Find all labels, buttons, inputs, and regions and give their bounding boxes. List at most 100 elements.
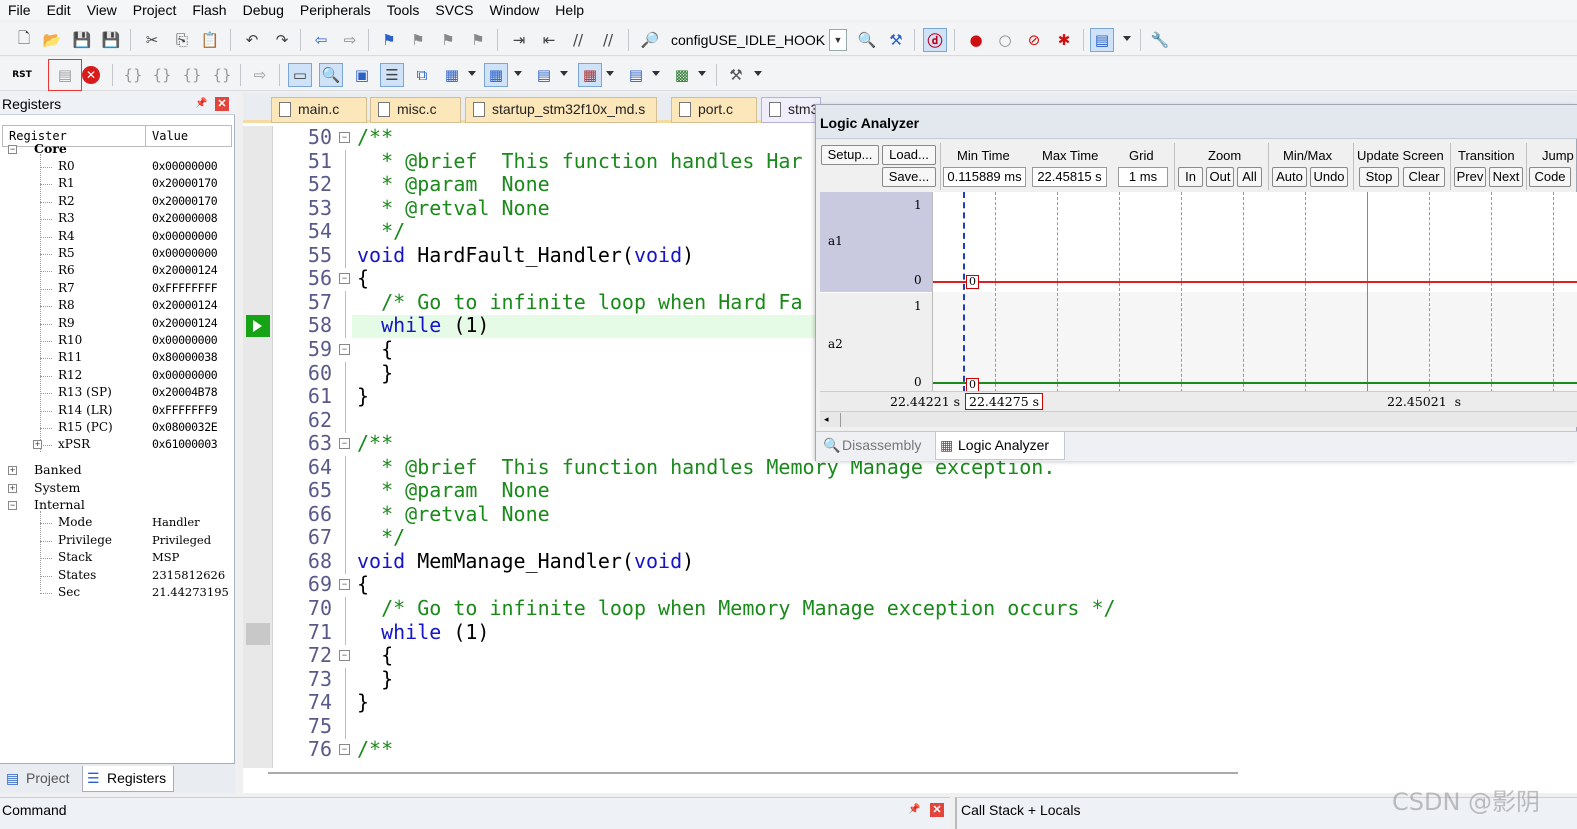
time-cursor-line[interactable]: [963, 192, 965, 392]
code-line[interactable]: {: [357, 337, 393, 361]
code-line[interactable]: void MemManage_Handler(void): [357, 549, 694, 573]
editor-tab[interactable]: startup_stm32f10x_md.s: [465, 97, 657, 123]
tab-project[interactable]: ▤ Project: [2, 766, 78, 792]
register-value[interactable]: 0x61000003: [152, 436, 230, 453]
register-row[interactable]: xPSR 0x61000003: [0, 436, 235, 453]
menu-help[interactable]: Help: [547, 2, 592, 18]
register-value[interactable]: 0x00000000: [152, 332, 230, 349]
register-value[interactable]: 0x20000008: [152, 210, 230, 227]
nav-forward-icon[interactable]: ⇨: [338, 28, 362, 52]
collapse-icon[interactable]: −: [8, 501, 17, 510]
fold-toggle-icon[interactable]: −: [339, 132, 350, 143]
scroll-left-icon[interactable]: ◂: [824, 414, 829, 425]
unindent-icon[interactable]: ⇤: [537, 28, 561, 52]
menu-edit[interactable]: Edit: [39, 2, 79, 18]
register-value[interactable]: 0x00000000: [152, 158, 230, 175]
register-value[interactable]: 21.44273195: [152, 584, 230, 601]
waveform-area[interactable]: a1 1 0 a2 1 0 0 0: [820, 192, 1577, 395]
register-row[interactable]: Privilege Privileged: [0, 532, 235, 549]
menu-svcs[interactable]: SVCS: [427, 2, 481, 18]
fold-toggle-icon[interactable]: −: [339, 744, 350, 756]
register-value[interactable]: 0x20004B78: [152, 384, 230, 401]
register-value[interactable]: MSP: [152, 549, 230, 566]
paste-icon[interactable]: 📋: [198, 28, 222, 52]
load-button[interactable]: Load...: [882, 145, 936, 165]
save-button[interactable]: Save...: [882, 167, 936, 187]
stop-icon[interactable]: ✕: [82, 66, 100, 84]
command-window-icon[interactable]: ▭: [288, 63, 312, 87]
register-row[interactable]: R10 0x00000000: [0, 332, 235, 349]
bookmark-clear-icon[interactable]: ⚑: [466, 28, 490, 52]
code-line[interactable]: /**: [357, 126, 393, 149]
step-into-icon[interactable]: {}: [121, 63, 145, 87]
setup-button[interactable]: Setup...: [821, 145, 879, 165]
prev-button[interactable]: Prev: [1454, 167, 1486, 187]
next-button[interactable]: Next: [1489, 167, 1523, 187]
register-value[interactable]: 0x20000170: [152, 193, 230, 210]
register-row[interactable]: R0 0x00000000: [0, 158, 235, 175]
window-layout-icon[interactable]: ▤: [1090, 28, 1114, 52]
register-row[interactable]: R6 0x20000124: [0, 262, 235, 279]
code-button[interactable]: Code: [1529, 167, 1571, 187]
tab-disassembly[interactable]: 🔍 Disassembly: [820, 432, 932, 460]
call-stack-icon[interactable]: ⧉: [410, 63, 434, 87]
register-value[interactable]: 0x20000124: [152, 297, 230, 314]
code-line[interactable]: /* Go to infinite loop when Memory Manag…: [357, 597, 1116, 620]
expand-icon[interactable]: +: [8, 466, 17, 475]
registers-window-icon[interactable]: ☰: [380, 63, 404, 87]
stop-button[interactable]: Stop: [1359, 167, 1399, 187]
fold-toggle-icon[interactable]: −: [339, 650, 350, 662]
run-to-cursor-icon[interactable]: {}: [210, 63, 234, 87]
register-row[interactable]: R5 0x00000000: [0, 245, 235, 262]
fold-toggle-icon[interactable]: −: [339, 438, 350, 450]
editor-tab[interactable]: main.c: [271, 97, 367, 123]
auto-button[interactable]: Auto: [1272, 167, 1307, 187]
code-line[interactable]: * @param None: [357, 479, 550, 502]
fold-toggle-icon[interactable]: −: [339, 579, 350, 591]
register-value[interactable]: 0x00000000: [152, 245, 230, 262]
incremental-find-icon[interactable]: ⚒: [884, 28, 908, 52]
fold-toggle-icon[interactable]: −: [339, 273, 350, 285]
show-next-statement-icon[interactable]: ⇨: [248, 63, 272, 87]
signal-a1-label-area[interactable]: a1 1 0: [820, 192, 932, 292]
pin-icon[interactable]: 📌: [908, 804, 920, 815]
zoom-all-button[interactable]: All: [1237, 167, 1262, 187]
code-line[interactable]: /**: [357, 738, 393, 761]
code-line[interactable]: * @retval None: [357, 196, 550, 220]
register-value[interactable]: 0x20000170: [152, 175, 230, 192]
code-line[interactable]: while (1): [357, 620, 489, 644]
register-row[interactable]: R12 0x00000000: [0, 367, 235, 384]
register-value[interactable]: 0x80000038: [152, 349, 230, 366]
menu-flash[interactable]: Flash: [184, 2, 234, 18]
bookmark-next-icon[interactable]: ⚑: [436, 28, 460, 52]
chevron-down-icon[interactable]: ▼: [829, 29, 847, 51]
code-line[interactable]: while (1): [357, 314, 489, 337]
expand-icon[interactable]: +: [8, 484, 17, 493]
breakpoint-disable-all-icon[interactable]: ⊘: [1022, 28, 1046, 52]
save-icon[interactable]: 💾: [70, 28, 94, 52]
serial-window-icon[interactable]: ▤: [532, 63, 556, 87]
menu-debug[interactable]: Debug: [235, 2, 292, 18]
code-line[interactable]: {: [357, 644, 393, 667]
editor-tab[interactable]: port.c: [671, 97, 757, 123]
register-value[interactable]: Handler: [152, 514, 230, 531]
breakpoint-disable-icon[interactable]: ○: [993, 28, 1017, 52]
step-out-icon[interactable]: {}: [180, 63, 204, 87]
register-value[interactable]: 0x00000000: [152, 228, 230, 245]
register-value[interactable]: 0xFFFFFFFF: [152, 280, 230, 297]
save-all-icon[interactable]: 💾: [99, 28, 123, 52]
register-value[interactable]: 0x20000124: [152, 262, 230, 279]
menu-project[interactable]: Project: [125, 2, 185, 18]
memory-window-icon[interactable]: ▦: [484, 63, 508, 87]
collapse-icon[interactable]: −: [8, 145, 17, 154]
clear-button[interactable]: Clear: [1403, 167, 1445, 187]
redo-icon[interactable]: ↷: [270, 28, 294, 52]
breakpoint-icon[interactable]: ●: [964, 28, 988, 52]
signal-a2-label-area[interactable]: a2 1 0: [820, 293, 932, 393]
code-line[interactable]: * @param None: [357, 173, 550, 196]
register-value[interactable]: 0xFFFFFFF9: [152, 402, 230, 419]
editor-tab[interactable]: stm32: [761, 97, 826, 123]
menu-view[interactable]: View: [79, 2, 125, 18]
find-in-files-icon[interactable]: 🔎: [638, 28, 662, 52]
bookmark-prev-icon[interactable]: ⚑: [406, 28, 430, 52]
